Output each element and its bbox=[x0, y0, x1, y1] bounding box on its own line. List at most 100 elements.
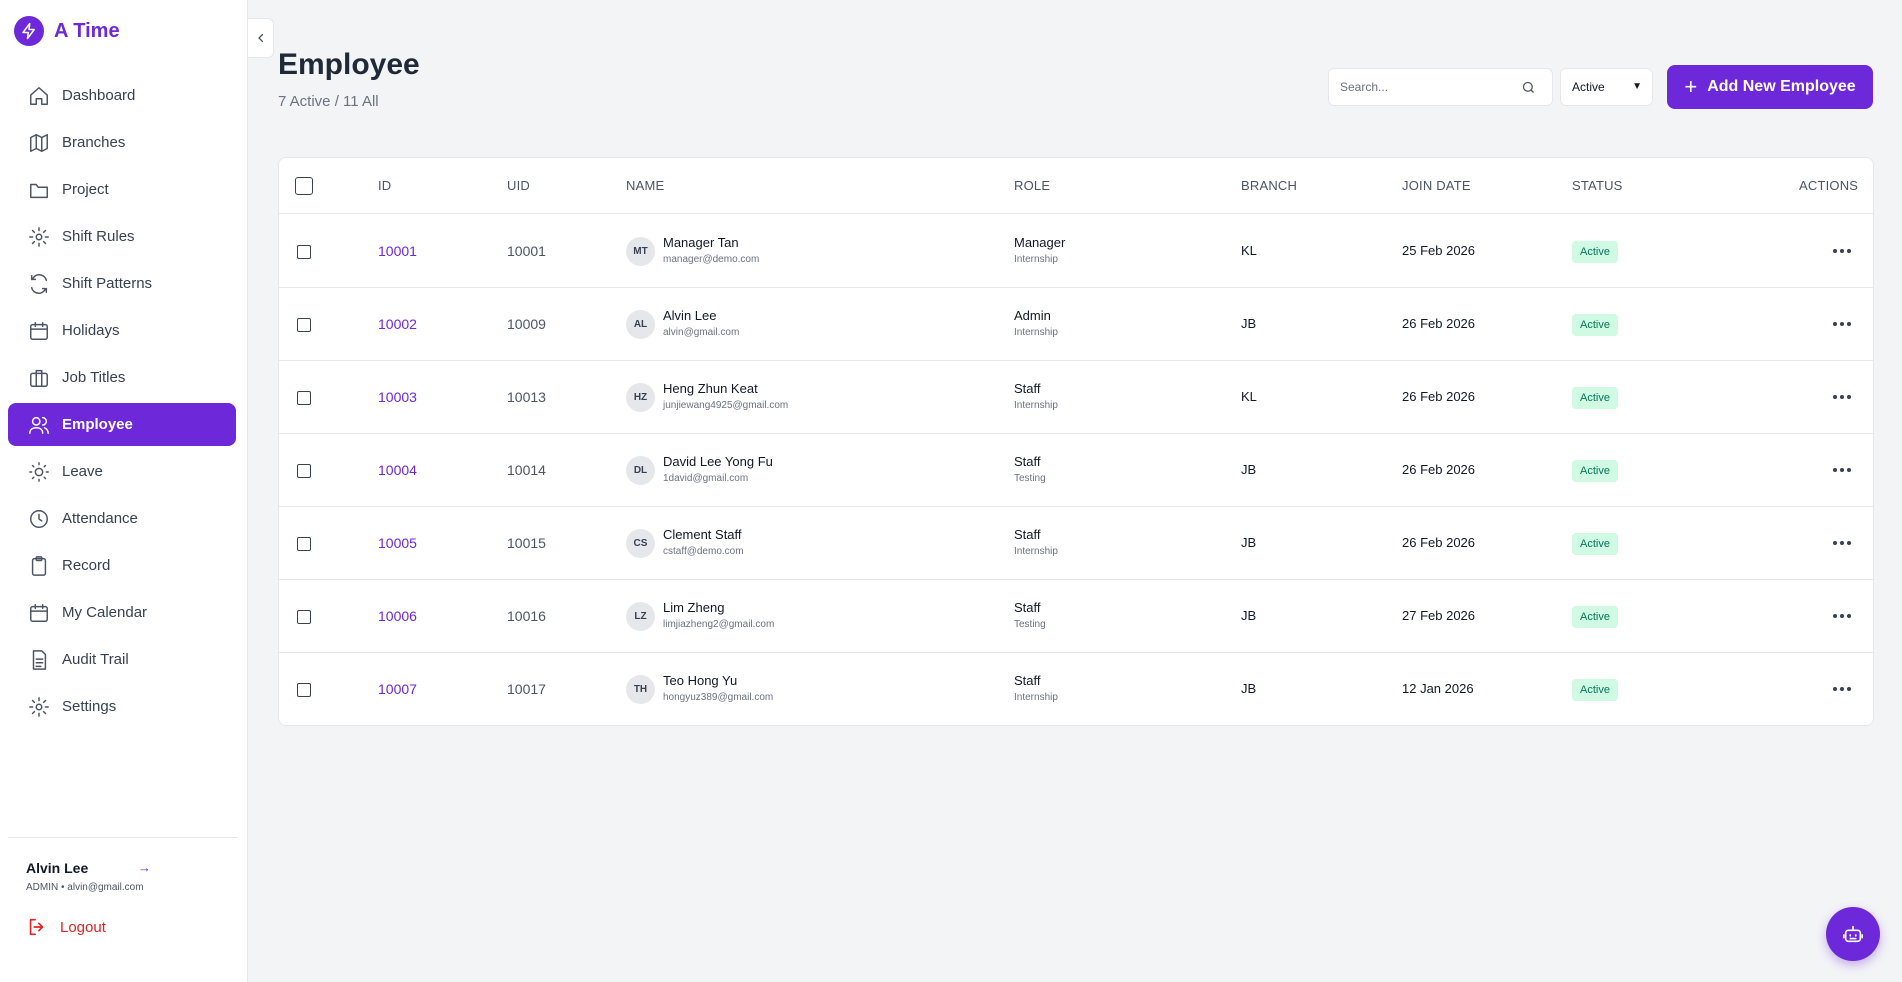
sidebar-item-holidays[interactable]: Holidays bbox=[8, 309, 236, 352]
sidebar-item-branches[interactable]: Branches bbox=[8, 121, 236, 164]
employee-branch: JB bbox=[1241, 681, 1257, 696]
employee-id-link[interactable]: 10004 bbox=[378, 462, 417, 478]
collapse-sidebar-button[interactable] bbox=[248, 18, 274, 58]
row-checkbox[interactable] bbox=[297, 464, 311, 478]
table-row[interactable]: 10007 10017 TH Teo Hong Yu hongyuz389@gm… bbox=[279, 653, 1873, 726]
brand[interactable]: A Time bbox=[14, 16, 120, 46]
column-header-branch[interactable]: BRANCH bbox=[1241, 178, 1297, 193]
sidebar-item-shift-patterns[interactable]: Shift Patterns bbox=[8, 262, 236, 305]
employee-type: Internship bbox=[1014, 692, 1058, 703]
employee-email: manager@demo.com bbox=[663, 254, 760, 265]
employee-role: Staff bbox=[1014, 454, 1041, 469]
sidebar-item-label: Dashboard bbox=[62, 87, 136, 104]
employee-type: Internship bbox=[1014, 400, 1058, 411]
sidebar-item-employee[interactable]: Employee bbox=[8, 403, 236, 446]
more-actions-icon[interactable] bbox=[1830, 459, 1854, 481]
search-icon[interactable] bbox=[1521, 80, 1536, 95]
robot-icon bbox=[1843, 925, 1863, 943]
employee-id-link[interactable]: 10007 bbox=[378, 681, 417, 697]
select-all-checkbox[interactable] bbox=[295, 177, 313, 195]
sidebar-item-dashboard[interactable]: Dashboard bbox=[8, 74, 236, 117]
row-checkbox[interactable] bbox=[297, 683, 311, 697]
employee-count: 7 Active / 11 All bbox=[278, 93, 379, 110]
logout-button[interactable]: Logout bbox=[26, 916, 106, 938]
column-header-name[interactable]: NAME bbox=[626, 178, 664, 193]
sidebar-item-shift-rules[interactable]: Shift Rules bbox=[8, 215, 236, 258]
sidebar-item-settings[interactable]: Settings bbox=[8, 685, 236, 728]
status-badge: Active bbox=[1572, 679, 1618, 701]
home-icon bbox=[30, 86, 48, 105]
employee-id-link[interactable]: 10005 bbox=[378, 535, 417, 551]
table-row[interactable]: 10005 10015 CS Clement Staff cstaff@demo… bbox=[279, 507, 1873, 580]
calendar-icon bbox=[30, 321, 48, 340]
employee-name: Teo Hong Yu bbox=[663, 673, 738, 688]
employee-id-link[interactable]: 10006 bbox=[378, 608, 417, 624]
sidebar-item-project[interactable]: Project bbox=[8, 168, 236, 211]
chatbot-button[interactable] bbox=[1826, 907, 1880, 961]
search-input[interactable] bbox=[1329, 80, 1519, 94]
status-filter-value: Active bbox=[1572, 80, 1605, 94]
row-checkbox[interactable] bbox=[297, 245, 311, 259]
user-panel: Alvin Lee → ADMIN • alvin@gmail.com Logo… bbox=[8, 837, 238, 936]
column-header-role[interactable]: ROLE bbox=[1014, 178, 1050, 193]
employee-type: Internship bbox=[1014, 254, 1058, 265]
employee-branch: JB bbox=[1241, 535, 1257, 550]
column-header-id[interactable]: ID bbox=[378, 178, 391, 193]
sidebar-item-label: Audit Trail bbox=[62, 651, 129, 668]
add-new-employee-button[interactable]: + Add New Employee bbox=[1667, 65, 1873, 109]
calendar-icon bbox=[30, 603, 48, 622]
column-header-status[interactable]: STATUS bbox=[1572, 178, 1623, 193]
sidebar-item-record[interactable]: Record bbox=[8, 544, 236, 587]
search-box bbox=[1328, 68, 1553, 106]
map-icon bbox=[30, 133, 48, 152]
row-checkbox[interactable] bbox=[297, 318, 311, 332]
more-actions-icon[interactable] bbox=[1830, 532, 1854, 554]
employee-id-link[interactable]: 10002 bbox=[378, 316, 417, 332]
sidebar-item-label: Leave bbox=[62, 463, 103, 480]
gear-icon bbox=[29, 696, 49, 717]
sidebar-item-audit-trail[interactable]: Audit Trail bbox=[8, 638, 236, 681]
sidebar-item-job-titles[interactable]: Job Titles bbox=[8, 356, 236, 399]
employee-id-link[interactable]: 10003 bbox=[378, 389, 417, 405]
sidebar-item-attendance[interactable]: Attendance bbox=[8, 497, 236, 540]
table-row[interactable]: 10004 10014 DL David Lee Yong Fu 1david@… bbox=[279, 434, 1873, 507]
status-badge: Active bbox=[1572, 606, 1618, 628]
employee-role: Staff bbox=[1014, 600, 1041, 615]
arrow-right-icon[interactable]: → bbox=[138, 860, 151, 875]
employee-name: Clement Staff bbox=[663, 527, 742, 542]
document-icon bbox=[32, 649, 47, 670]
sidebar-item-leave[interactable]: Leave bbox=[8, 450, 236, 493]
column-header-join-date[interactable]: JOIN DATE bbox=[1402, 178, 1471, 193]
column-header-uid[interactable]: UID bbox=[507, 178, 530, 193]
table-row[interactable]: 10003 10013 HZ Heng Zhun Keat junjiewang… bbox=[279, 361, 1873, 434]
employee-name: Alvin Lee bbox=[663, 308, 717, 323]
table-row[interactable]: 10002 10009 AL Alvin Lee alvin@gmail.com… bbox=[279, 288, 1873, 361]
status-badge: Active bbox=[1572, 241, 1618, 263]
row-checkbox[interactable] bbox=[297, 391, 311, 405]
logout-icon bbox=[29, 918, 44, 936]
employee-id-link[interactable]: 10001 bbox=[378, 243, 417, 259]
sidebar-item-label: My Calendar bbox=[62, 604, 148, 621]
row-checkbox[interactable] bbox=[297, 537, 311, 551]
more-actions-icon[interactable] bbox=[1830, 605, 1854, 627]
table-row[interactable]: 10006 10016 LZ Lim Zheng limjiazheng2@gm… bbox=[279, 580, 1873, 653]
more-actions-icon[interactable] bbox=[1830, 313, 1854, 335]
avatar: CS bbox=[626, 529, 655, 558]
avatar: DL bbox=[626, 456, 655, 485]
status-filter-select[interactable]: Active ▼ bbox=[1560, 68, 1653, 106]
sidebar-item-label: Record bbox=[62, 557, 111, 574]
employee-role: Staff bbox=[1014, 381, 1041, 396]
employee-join-date: 12 Jan 2026 bbox=[1402, 681, 1474, 696]
more-actions-icon[interactable] bbox=[1830, 240, 1854, 262]
briefcase-icon bbox=[30, 369, 48, 387]
sun-icon bbox=[29, 461, 49, 482]
employee-type: Testing bbox=[1014, 473, 1046, 484]
table-row[interactable]: 10001 10001 MT Manager Tan manager@demo.… bbox=[279, 215, 1873, 288]
employee-role: Admin bbox=[1014, 308, 1051, 323]
employee-email: alvin@gmail.com bbox=[663, 327, 740, 338]
more-actions-icon[interactable] bbox=[1830, 386, 1854, 408]
employee-uid: 10017 bbox=[507, 681, 546, 697]
row-checkbox[interactable] bbox=[297, 610, 311, 624]
sidebar-item-my-calendar[interactable]: My Calendar bbox=[8, 591, 236, 634]
more-actions-icon[interactable] bbox=[1830, 678, 1854, 700]
